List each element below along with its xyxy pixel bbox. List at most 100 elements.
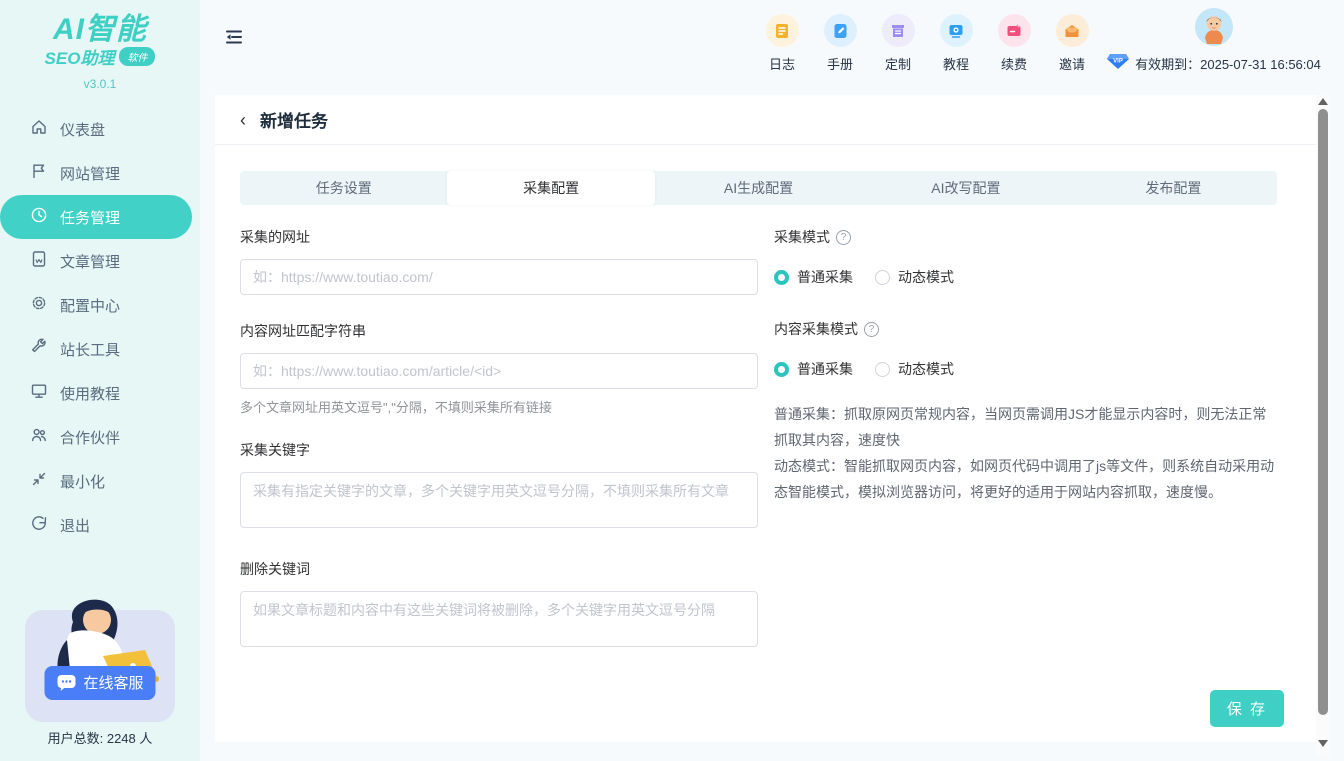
avatar[interactable] (1195, 8, 1233, 46)
sidebar-item-dashboard[interactable]: 仪表盘 (0, 107, 200, 151)
collect-mode-label: 采集模式 ? (774, 227, 1277, 247)
radio-dynamic-mode[interactable]: 动态模式 (875, 267, 954, 287)
sidebar-item-label: 站长工具 (60, 339, 120, 360)
flag-icon (30, 162, 48, 184)
radio-normal-collect[interactable]: 普通采集 (774, 359, 853, 379)
collapse-menu-icon[interactable] (224, 28, 244, 51)
mode-description-line1: 普通采集：抓取原网页常规内容，当网页需调用JS才能显示内容时，则无法正常抓取其内… (774, 401, 1277, 453)
quick-action-invite[interactable]: 邀请 (1055, 14, 1089, 73)
quick-action-renew[interactable]: 续费 (997, 14, 1031, 73)
logo-title: AI智能 (0, 14, 200, 46)
log-icon (766, 14, 799, 47)
support-panel: 在线客服 用户总数: 2248 人 (0, 592, 200, 747)
back-button[interactable]: ‹ (240, 111, 246, 129)
renew-icon (998, 14, 1031, 47)
collect-config-form: 采集的网址 内容网址匹配字符串 多个文章网址用英文逗号","分隔，不填则采集所有… (215, 209, 1316, 652)
radio-dot (875, 270, 890, 285)
people-icon (30, 426, 48, 448)
quick-action-manual[interactable]: 手册 (823, 14, 857, 73)
collect-mode-radio-group: 普通采集 动态模式 (774, 267, 1277, 287)
clock-icon (30, 206, 48, 228)
mode-description-line2: 动态模式：智能抓取网页内容，如网页代码中调用了js等文件，则系统自动采用动态智能… (774, 453, 1277, 505)
gear-icon (30, 294, 48, 316)
tab-collect-config[interactable]: 采集配置 (447, 171, 654, 205)
tab-task-settings[interactable]: 任务设置 (240, 171, 447, 205)
quick-action-tutorial[interactable]: 教程 (939, 14, 973, 73)
vip-icon: VIP (1107, 53, 1129, 73)
sidebar-menu: 仪表盘 网站管理 任务管理 文章管理 配置中心 站长工具 使用教程 合作伙伴 (0, 107, 200, 547)
sidebar-item-articles[interactable]: 文章管理 (0, 239, 200, 283)
total-users-label: 用户总数: 2248 人 (0, 728, 200, 747)
scrollbar-up-arrow[interactable] (1318, 98, 1328, 105)
account-area: VIP 有效期到：2025-07-31 16:56:04 (1104, 8, 1324, 73)
sidebar-item-label: 任务管理 (60, 207, 120, 228)
agent-illustration (25, 592, 175, 722)
logo-badge: 软件 (119, 47, 155, 66)
tab-ai-generate-config[interactable]: AI生成配置 (655, 171, 862, 205)
document-icon (30, 250, 48, 272)
quick-action-custom[interactable]: 定制 (881, 14, 915, 73)
chat-icon (56, 674, 76, 692)
monitor-icon (30, 382, 48, 404)
form-right-column: 采集模式 ? 普通采集 动态模式 内容采集模式 ? (758, 209, 1277, 652)
content-collect-mode-radio-group: 普通采集 动态模式 (774, 359, 1277, 379)
help-icon[interactable]: ? (864, 322, 879, 337)
custom-icon (882, 14, 915, 47)
tab-publish-config[interactable]: 发布配置 (1070, 171, 1277, 205)
app-logo: AI智能 SEO助理 软件 v3.0.1 (0, 0, 200, 91)
tab-ai-rewrite-config[interactable]: AI改写配置 (862, 171, 1069, 205)
sidebar-item-tutorial[interactable]: 使用教程 (0, 371, 200, 415)
sidebar-item-label: 最小化 (60, 471, 105, 492)
sidebar-item-config[interactable]: 配置中心 (0, 283, 200, 327)
sidebar-item-minimize[interactable]: 最小化 (0, 459, 200, 503)
sidebar-item-websites[interactable]: 网站管理 (0, 151, 200, 195)
page-header: ‹ 新增任务 (215, 95, 1316, 145)
scrollbar-thumb[interactable] (1318, 109, 1328, 715)
sidebar-item-tasks[interactable]: 任务管理 (0, 195, 192, 239)
help-icon[interactable]: ? (836, 230, 851, 245)
match-string-hint: 多个文章网址用英文逗号","分隔，不填则采集所有链接 (240, 397, 758, 416)
online-support-button[interactable]: 在线客服 (44, 666, 155, 700)
tutorial-icon (940, 14, 973, 47)
support-illustration: 在线客服 (25, 592, 175, 722)
sidebar-item-label: 合作伙伴 (60, 427, 120, 448)
vip-expiry-label: 有效期到：2025-07-31 16:56:04 (1135, 54, 1321, 73)
config-tabs: 任务设置 采集配置 AI生成配置 AI改写配置 发布配置 (240, 171, 1277, 205)
radio-dynamic-mode[interactable]: 动态模式 (875, 359, 954, 379)
radio-dot (774, 362, 789, 377)
save-button[interactable]: 保 存 (1210, 690, 1284, 727)
logo-subtitle: SEO助理 (45, 44, 115, 69)
vertical-scrollbar[interactable] (1316, 95, 1330, 755)
radio-normal-collect[interactable]: 普通采集 (774, 267, 853, 287)
svg-text:VIP: VIP (1113, 59, 1123, 65)
collect-url-input[interactable] (240, 259, 758, 295)
quick-action-logs[interactable]: 日志 (765, 14, 799, 73)
sidebar-item-partners[interactable]: 合作伙伴 (0, 415, 200, 459)
quick-actions: 日志 手册 定制 教程 续费 (765, 14, 1089, 73)
match-string-label: 内容网址匹配字符串 (240, 321, 758, 341)
scrollbar-down-arrow[interactable] (1318, 740, 1328, 747)
sidebar-item-label: 文章管理 (60, 251, 120, 272)
radio-dot (875, 362, 890, 377)
sidebar-item-webmaster-tools[interactable]: 站长工具 (0, 327, 200, 371)
invite-icon (1056, 14, 1089, 47)
minimize-icon (30, 470, 48, 492)
sidebar-item-label: 退出 (60, 515, 90, 536)
delete-keywords-label: 删除关键词 (240, 559, 758, 579)
manual-icon (824, 14, 857, 47)
sidebar-item-label: 仪表盘 (60, 119, 105, 140)
collect-keywords-textarea[interactable] (240, 472, 758, 528)
sidebar-item-label: 使用教程 (60, 383, 120, 404)
page-title: 新增任务 (260, 107, 328, 132)
sidebar-item-exit[interactable]: 退出 (0, 503, 200, 547)
match-string-input[interactable] (240, 353, 758, 389)
delete-keywords-textarea[interactable] (240, 591, 758, 647)
collect-url-label: 采集的网址 (240, 227, 758, 247)
support-button-label: 在线客服 (83, 672, 143, 693)
content-collect-mode-label: 内容采集模式 ? (774, 319, 1277, 339)
main-content: ‹ 新增任务 任务设置 采集配置 AI生成配置 AI改写配置 发布配置 采集的网… (215, 95, 1316, 742)
sidebar-item-label: 网站管理 (60, 163, 120, 184)
topbar: 日志 手册 定制 教程 续费 (200, 0, 1344, 92)
home-icon (30, 118, 48, 140)
sidebar: AI智能 SEO助理 软件 v3.0.1 仪表盘 网站管理 任务管理 文章管理 … (0, 0, 200, 761)
